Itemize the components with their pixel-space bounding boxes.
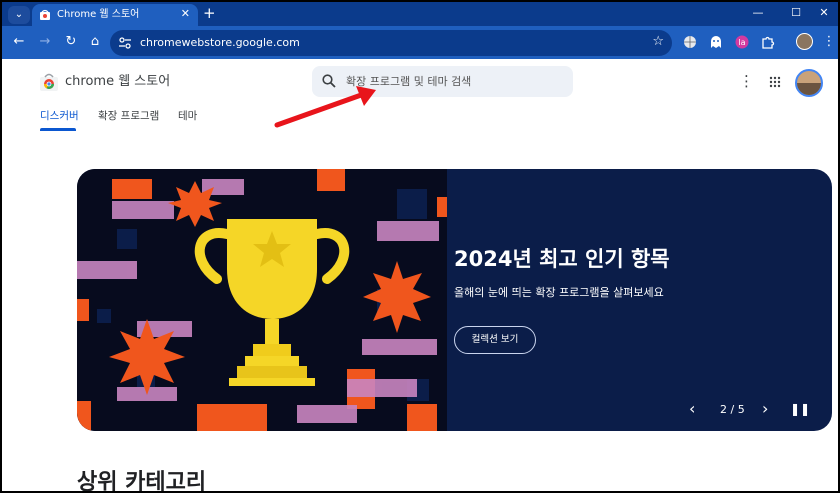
bookmark-star-icon[interactable]: ☆ bbox=[652, 34, 664, 50]
chrome-web-store-logo bbox=[40, 73, 58, 91]
tab-discover[interactable]: 디스커버 bbox=[40, 109, 79, 123]
more-options-icon[interactable]: ⋮ bbox=[739, 72, 754, 90]
tab-strip: ⌄ Chrome 웹 스토어 ✕ + — ☐ ✕ bbox=[2, 2, 838, 26]
ghost-extension-icon[interactable] bbox=[709, 35, 723, 49]
translate-extension-icon[interactable]: la bbox=[735, 35, 749, 49]
reload-icon[interactable]: ↻ bbox=[62, 34, 80, 50]
tab-extensions[interactable]: 확장 프로그램 bbox=[98, 109, 159, 123]
browser-toolbar: ← → ↻ ⌂ chromewebstore.google.com ☆ la ⋮ bbox=[2, 26, 838, 59]
carousel-prev-icon[interactable]: ‹ bbox=[689, 401, 695, 417]
store-name: chrome 웹 스토어 bbox=[65, 74, 171, 89]
forward-icon[interactable]: → bbox=[36, 34, 54, 50]
browser-window: ⌄ Chrome 웹 스토어 ✕ + — ☐ ✕ ← → ↻ ⌂ chromew… bbox=[2, 2, 838, 491]
maximize-button[interactable]: ☐ bbox=[781, 4, 811, 22]
globe-extension-icon[interactable] bbox=[683, 35, 697, 49]
carousel-pause-icon[interactable]: ❚❚ bbox=[790, 401, 810, 417]
carousel-counter: 2 / 5 bbox=[720, 403, 745, 416]
close-window-button[interactable]: ✕ bbox=[809, 4, 838, 22]
extensions-puzzle-icon[interactable] bbox=[761, 35, 775, 49]
tab-search-button[interactable]: ⌄ bbox=[8, 6, 30, 24]
browser-tab[interactable]: Chrome 웹 스토어 ✕ bbox=[32, 4, 198, 26]
minimize-button[interactable]: — bbox=[743, 4, 773, 22]
active-tab-indicator bbox=[40, 128, 76, 131]
hero-subtitle: 올해의 눈에 띄는 확장 프로그램을 살펴보세요 bbox=[454, 286, 664, 299]
chrome-menu-icon[interactable]: ⋮ bbox=[820, 34, 838, 50]
url-text: chromewebstore.google.com bbox=[140, 36, 300, 49]
svg-text:la: la bbox=[738, 38, 745, 47]
hero-banner[interactable]: 2024년 최고 인기 항목 올해의 눈에 띄는 확장 프로그램을 살펴보세요 … bbox=[77, 169, 832, 431]
new-tab-button[interactable]: + bbox=[203, 3, 216, 23]
back-icon[interactable]: ← bbox=[10, 34, 28, 50]
tab-close-icon[interactable]: ✕ bbox=[181, 7, 190, 21]
view-collection-button[interactable]: 컬렉션 보기 bbox=[454, 326, 536, 354]
account-avatar[interactable] bbox=[795, 69, 823, 97]
profile-avatar[interactable] bbox=[796, 33, 813, 50]
site-info-icon[interactable] bbox=[118, 36, 132, 50]
carousel-next-icon[interactable]: › bbox=[762, 401, 768, 417]
home-icon[interactable]: ⌂ bbox=[86, 34, 104, 50]
section-title: 상위 카테고리 bbox=[77, 470, 207, 491]
apps-grid-icon[interactable] bbox=[769, 76, 781, 88]
red-arrow-annotation bbox=[274, 86, 376, 128]
chrome-store-favicon bbox=[40, 9, 50, 20]
hero-title: 2024년 최고 인기 항목 bbox=[454, 247, 670, 271]
trophy-illustration bbox=[77, 169, 447, 431]
tab-title: Chrome 웹 스토어 bbox=[57, 9, 140, 20]
address-bar[interactable]: chromewebstore.google.com ☆ bbox=[110, 30, 672, 56]
tab-themes[interactable]: 테마 bbox=[178, 109, 197, 123]
